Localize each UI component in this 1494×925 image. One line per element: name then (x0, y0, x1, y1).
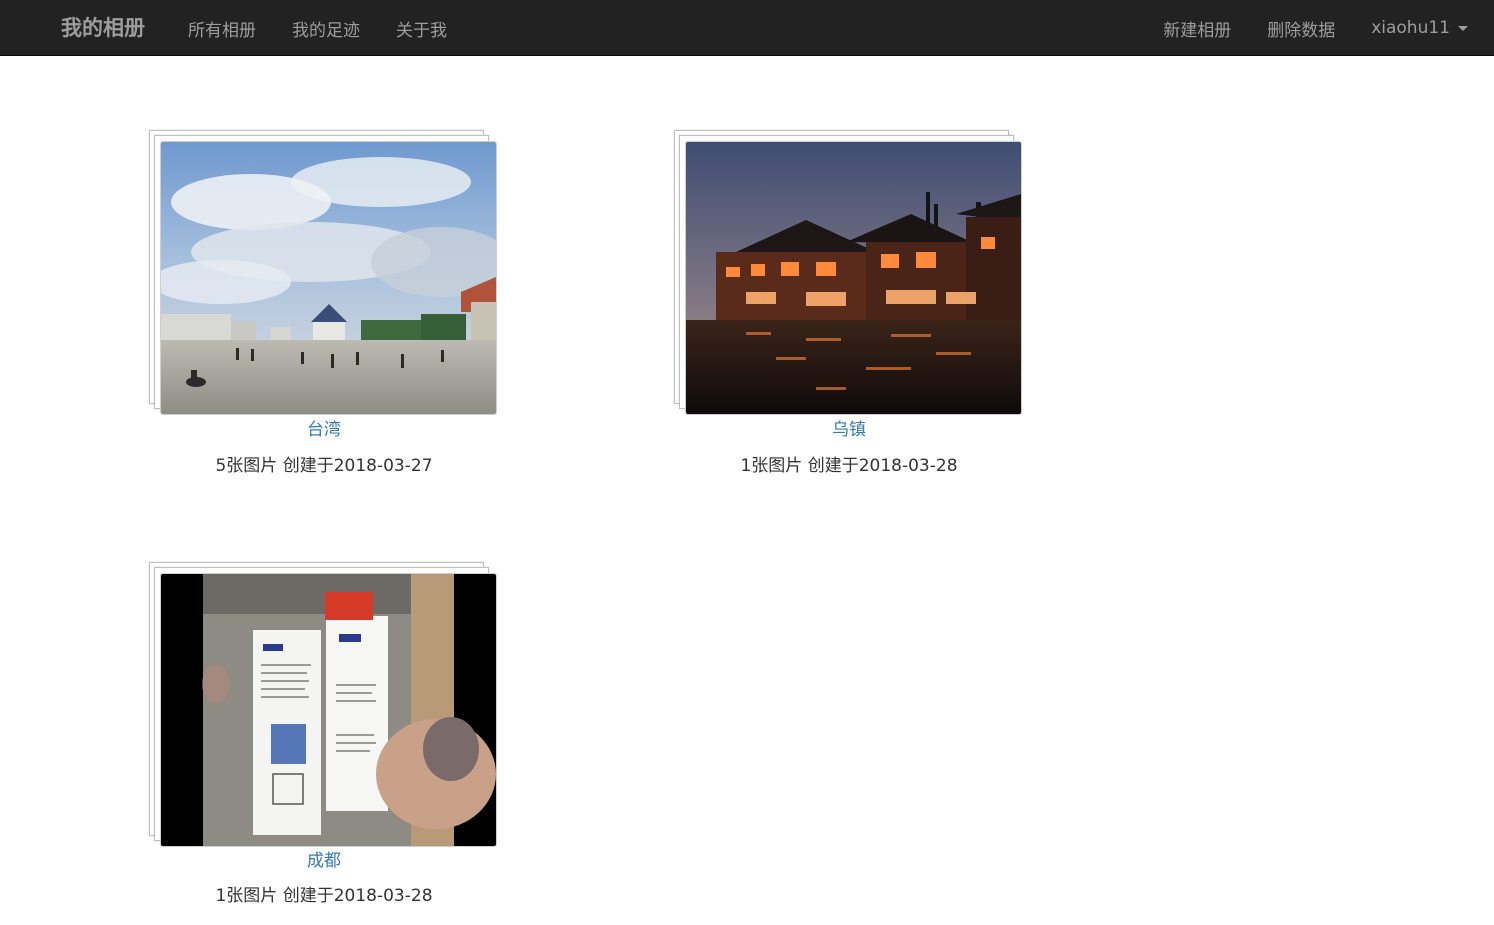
album-card-chengdu: 成都 1张图片 创建于2018-03-28 (149, 562, 509, 906)
album-cover-photo[interactable] (685, 141, 1022, 415)
right-nav: 新建相册 删除数据 xiaohu11 (1145, 0, 1486, 56)
brand-link[interactable]: 我的相册 (61, 12, 145, 42)
top-navbar: 我的相册 所有相册 我的足迹 关于我 新建相册 删除数据 xiaohu11 (0, 0, 1494, 56)
album-meta: 1张图片 创建于2018-03-28 (149, 881, 499, 906)
album-meta: 1张图片 创建于2018-03-28 (674, 451, 1024, 476)
album-stack (674, 130, 1034, 415)
username-label: xiaohu11 (1371, 18, 1450, 38)
photo-count: 1张图片 (740, 456, 803, 476)
album-stack (149, 130, 509, 415)
album-cover-photo[interactable] (160, 141, 497, 415)
photo-count: 5张图片 (215, 456, 278, 476)
nav-my-footprints[interactable]: 我的足迹 (274, 16, 378, 41)
album-title-link[interactable]: 乌镇 (674, 415, 1024, 440)
album-meta: 5张图片 创建于2018-03-27 (149, 451, 499, 476)
water-town-photo-image (686, 142, 1021, 414)
album-stack (149, 562, 509, 847)
new-album-link[interactable]: 新建相册 (1145, 16, 1249, 41)
album-title-link[interactable]: 成都 (149, 846, 499, 871)
user-menu-dropdown[interactable]: xiaohu11 (1353, 18, 1486, 38)
album-title-link[interactable]: 台湾 (149, 415, 499, 440)
nav-all-albums[interactable]: 所有相册 (170, 16, 274, 41)
photo-count: 1张图片 (215, 886, 278, 906)
created-date: 创建于2018-03-27 (282, 456, 433, 476)
created-date: 创建于2018-03-28 (282, 886, 433, 906)
album-card-wuzhen: 乌镇 1张图片 创建于2018-03-28 (674, 130, 1034, 476)
created-date: 创建于2018-03-28 (807, 456, 958, 476)
delete-data-link[interactable]: 删除数据 (1249, 16, 1353, 41)
plaza-photo-image (161, 142, 496, 414)
caret-down-icon (1458, 25, 1468, 31)
album-cover-photo[interactable] (160, 573, 497, 847)
album-card-taiwan: 台湾 5张图片 创建于2018-03-27 (149, 130, 509, 476)
store-tags-photo-image (161, 574, 496, 846)
nav-about-me[interactable]: 关于我 (378, 16, 465, 41)
main-nav: 所有相册 我的足迹 关于我 (170, 0, 465, 56)
